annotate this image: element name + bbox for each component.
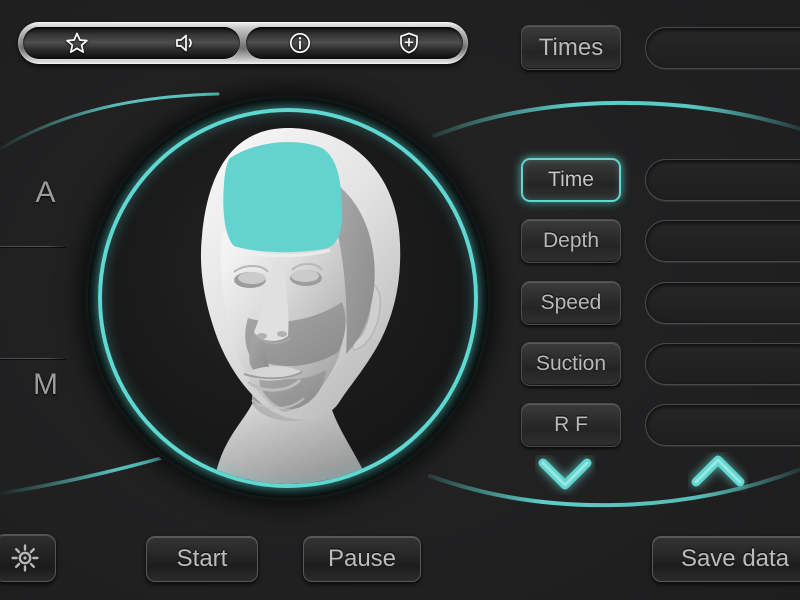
param-button-time[interactable]: Time xyxy=(521,158,621,202)
save-data-button[interactable]: Save data xyxy=(652,536,800,582)
param-value-time[interactable] xyxy=(645,159,800,201)
rail-divider-top xyxy=(0,246,66,247)
times-button[interactable]: Times xyxy=(521,25,621,70)
chevron-up-icon[interactable] xyxy=(688,452,748,492)
param-button-suction[interactable]: Suction xyxy=(521,342,621,386)
mode-auto-label[interactable]: A xyxy=(0,176,92,210)
param-button-rf[interactable]: R F xyxy=(521,403,621,447)
volume-icon[interactable] xyxy=(173,30,199,56)
head-viewer[interactable] xyxy=(88,98,488,498)
param-value-depth[interactable] xyxy=(645,220,800,262)
param-value-speed[interactable] xyxy=(645,282,800,324)
param-button-depth[interactable]: Depth xyxy=(521,219,621,263)
gear-icon[interactable] xyxy=(0,534,56,582)
star-icon[interactable] xyxy=(64,30,90,56)
toolbar-group-left xyxy=(23,27,240,59)
param-value-rf[interactable] xyxy=(645,404,800,446)
device-control-screen: A M Times Time Depth Speed Suction R F S… xyxy=(0,0,800,600)
head-accent-ring xyxy=(98,108,478,488)
param-value-suction[interactable] xyxy=(645,343,800,385)
top-toolbar xyxy=(18,22,468,64)
shield-plus-icon[interactable] xyxy=(396,30,422,56)
times-value-field[interactable] xyxy=(645,27,800,69)
pause-button[interactable]: Pause xyxy=(303,536,421,582)
info-icon[interactable] xyxy=(287,30,313,56)
toolbar-group-right xyxy=(246,27,463,59)
chevron-down-icon[interactable] xyxy=(535,455,595,495)
rail-divider-bottom xyxy=(0,358,66,359)
left-mode-rail: A M xyxy=(0,150,92,470)
start-button[interactable]: Start xyxy=(146,536,258,582)
mode-manual-label[interactable]: M xyxy=(0,368,92,402)
param-button-speed[interactable]: Speed xyxy=(521,281,621,325)
